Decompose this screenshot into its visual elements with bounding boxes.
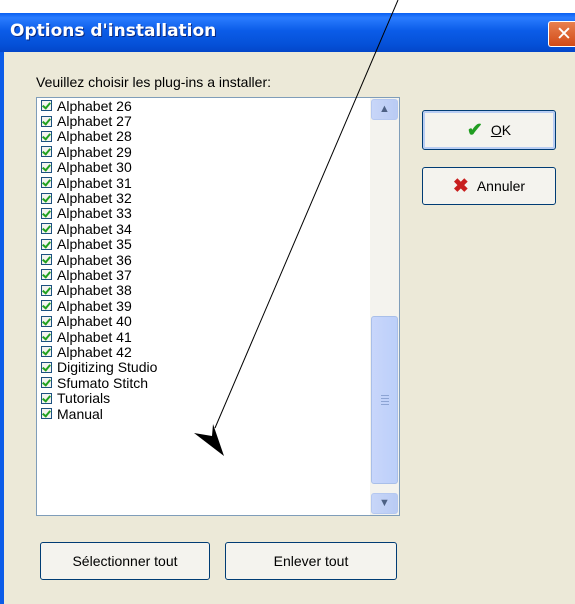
annotation-arrow-line [214, 0, 399, 429]
annotation-arrow [194, 0, 399, 456]
annotation-arrow-head [194, 424, 224, 456]
